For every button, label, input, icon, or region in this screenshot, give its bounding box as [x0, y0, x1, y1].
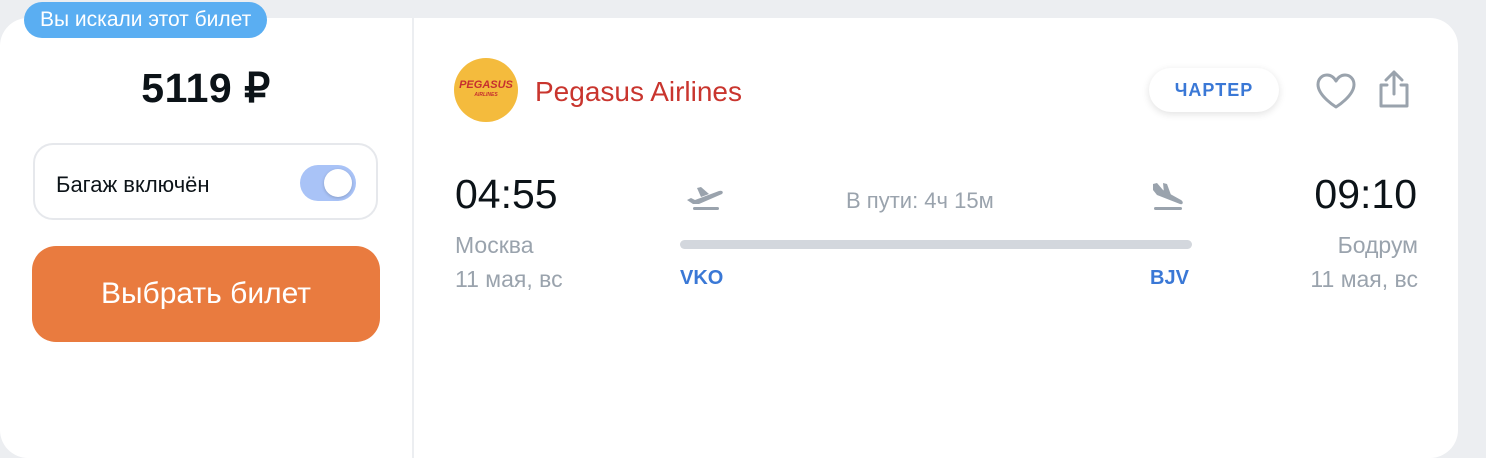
landing-icon [1150, 181, 1186, 216]
arrival-city: Бодрум [1337, 232, 1418, 258]
airline-logo-subtext: AIRLINES [474, 92, 498, 98]
arrival-airport-code: BJV [1150, 267, 1189, 289]
airline-logo: PEGASUS AIRLINES [454, 58, 518, 122]
airline-logo-text: PEGASUS [459, 79, 513, 91]
charter-tag: ЧАРТЕР [1149, 68, 1279, 112]
heart-icon[interactable] [1314, 70, 1358, 119]
baggage-label: Багаж включён [56, 172, 210, 197]
departure-date: 11 мая, вс [455, 266, 563, 292]
takeoff-icon [685, 183, 725, 216]
baggage-toggle[interactable] [300, 165, 356, 201]
flight-duration: В пути: 4ч 15м [846, 188, 994, 213]
departure-airport-code: VKO [680, 267, 724, 289]
ticket-price: 5119 ₽ [141, 65, 271, 111]
select-ticket-button[interactable]: Выбрать билет [32, 246, 380, 342]
departure-city: Москва [455, 232, 534, 258]
flight-progress-track [680, 240, 1192, 249]
searched-ticket-badge: Вы искали этот билет [24, 2, 268, 38]
card-divider [412, 18, 414, 458]
arrival-time: 09:10 [1314, 171, 1417, 217]
baggage-option[interactable]: Багаж включён [33, 143, 378, 220]
airline-name: Pegasus Airlines [535, 76, 743, 107]
arrival-date: 11 мая, вс [1310, 266, 1418, 292]
toggle-knob [324, 169, 352, 197]
departure-time: 04:55 [455, 171, 558, 217]
share-icon[interactable] [1374, 68, 1414, 115]
